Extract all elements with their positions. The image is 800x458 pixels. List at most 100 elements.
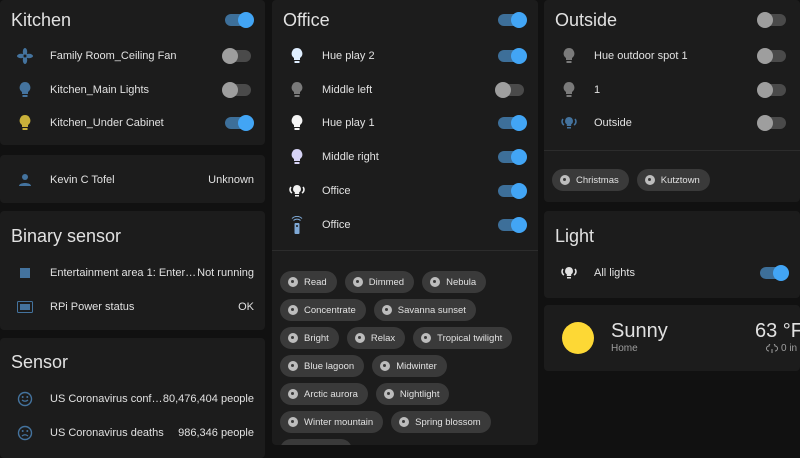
- rain-cloud-icon: [766, 343, 778, 354]
- scene-chip[interactable]: Spring blossom: [391, 411, 491, 433]
- scene-label: Dimmed: [368, 276, 405, 288]
- toggle-switch[interactable]: [225, 115, 254, 132]
- entity-name: Middle left: [322, 83, 373, 96]
- weather-temperature: 63 °F: [755, 320, 800, 342]
- entity-row[interactable]: RPi Power status OK: [0, 292, 265, 322]
- entity-row[interactable]: Kitchen_Under Cabinet: [0, 108, 265, 138]
- bulb-icon: [272, 48, 322, 64]
- palette-icon: [381, 305, 392, 315]
- entity-row[interactable]: Office: [272, 210, 538, 240]
- scene-chip[interactable]: Midwinter: [372, 355, 447, 377]
- scene-chip[interactable]: Concentrate: [280, 299, 366, 321]
- palette-icon: [644, 175, 655, 185]
- entity-name: US Coronavirus deaths: [50, 426, 164, 439]
- entity-row[interactable]: Outside: [544, 108, 800, 138]
- palette-icon: [352, 277, 363, 287]
- entity-row[interactable]: Family Room_Ceiling Fan: [0, 41, 265, 71]
- scene-label: Concentrate: [304, 304, 356, 316]
- scene-chip[interactable]: Read: [280, 271, 337, 293]
- entity-name: 1: [594, 83, 601, 96]
- scene-chip[interactable]: Energize: [280, 439, 352, 445]
- palette-icon: [288, 277, 298, 287]
- entity-name: Office: [322, 218, 351, 231]
- row-value: 80,476,404 people: [162, 393, 254, 405]
- scene-chip[interactable]: Dimmed: [344, 271, 415, 293]
- scene-chip[interactable]: Savanna sunset: [373, 299, 476, 321]
- toggle-switch[interactable]: [498, 182, 527, 199]
- toggle-switch[interactable]: [498, 48, 527, 64]
- scene-label: Bright: [304, 332, 329, 344]
- card-title: Sensor: [11, 352, 69, 372]
- entity-name: RPi Power status: [50, 300, 135, 313]
- entity-name: US Coronavirus confirmed: [50, 393, 163, 405]
- entity-row[interactable]: US Coronavirus deaths 986,346 people: [0, 418, 265, 448]
- spot-icon: [544, 48, 594, 64]
- toggle-switch[interactable]: [757, 115, 786, 132]
- person-state: Unknown: [208, 174, 254, 186]
- square-icon: [0, 268, 50, 278]
- scene-chip[interactable]: Bright: [280, 327, 339, 349]
- scene-chip[interactable]: Arctic aurora: [280, 383, 368, 405]
- entity-row[interactable]: Office: [272, 176, 538, 206]
- entity-row[interactable]: All lights: [544, 258, 800, 288]
- entity-row[interactable]: Entertainment area 1: Entertain... Not ru…: [0, 258, 265, 288]
- toggle-switch[interactable]: [222, 81, 251, 98]
- toggle-switch[interactable]: [495, 81, 524, 98]
- scene-chip[interactable]: Christmas: [552, 169, 629, 191]
- divider: [544, 150, 800, 151]
- toggle-switch[interactable]: [757, 81, 786, 98]
- toggle-switch[interactable]: [498, 216, 527, 233]
- scene-chip[interactable]: Relax: [346, 327, 406, 349]
- scene-label: Tropical twilight: [437, 332, 503, 344]
- scene-label: Winter mountain: [304, 416, 374, 428]
- fan-icon: [0, 48, 50, 64]
- entity-name: Hue outdoor spot 1: [594, 50, 688, 62]
- bulb-icon: [0, 115, 50, 131]
- scene-chip[interactable]: Winter mountain: [280, 411, 384, 433]
- toggle-switch[interactable]: [498, 149, 527, 166]
- precipitation: 0 in: [766, 343, 797, 354]
- card-title: Kitchen: [11, 10, 72, 30]
- kitchen-master-toggle[interactable]: [225, 12, 254, 28]
- emoticon-icon: [0, 391, 50, 407]
- row-value: OK: [238, 300, 254, 313]
- outside-master-toggle[interactable]: [757, 12, 786, 28]
- entity-row[interactable]: Hue play 2: [272, 41, 538, 71]
- scene-chip[interactable]: Kutztown: [636, 169, 710, 191]
- palette-icon: [383, 389, 394, 399]
- palette-icon: [430, 277, 441, 287]
- card-title: Outside: [555, 10, 618, 30]
- toggle-switch[interactable]: [222, 48, 251, 64]
- scene-label: Midwinter: [396, 360, 437, 372]
- person-row[interactable]: Kevin C Tofel Unknown: [0, 165, 265, 195]
- palette-icon: [288, 361, 298, 371]
- toggle-switch[interactable]: [757, 48, 786, 64]
- entity-row[interactable]: Hue play 1: [272, 108, 538, 138]
- bulb-icon: [272, 149, 322, 165]
- office-master-toggle[interactable]: [498, 12, 527, 28]
- entity-name: Hue play 1: [322, 117, 375, 130]
- toggle-switch[interactable]: [498, 115, 527, 132]
- weather-card[interactable]: Sunny Home 63 °F 0 in: [544, 305, 800, 371]
- bulb-icon: [272, 115, 322, 131]
- scene-label: Read: [304, 276, 327, 288]
- bulb-group-icon: [544, 116, 594, 130]
- bulb-group-icon: [272, 184, 322, 198]
- scene-label: Arctic aurora: [304, 388, 358, 400]
- entity-row[interactable]: Middle right: [272, 142, 538, 172]
- sensor-card: Sensor US Coronavirus confirmed80,476,40…: [0, 338, 265, 458]
- scene-chip[interactable]: Nightlight: [375, 383, 450, 405]
- entity-row[interactable]: US Coronavirus confirmed80,476,404 peopl…: [0, 384, 265, 414]
- person-name: Kevin C Tofel: [50, 174, 115, 186]
- entity-row[interactable]: Middle left: [272, 75, 538, 105]
- scene-chip[interactable]: Blue lagoon: [280, 355, 365, 377]
- scene-chip[interactable]: Tropical twilight: [413, 327, 513, 349]
- toggle-switch[interactable]: [760, 265, 789, 281]
- scene-chip[interactable]: Nebula: [422, 271, 487, 293]
- entity-row[interactable]: Hue outdoor spot 1: [544, 41, 800, 71]
- entity-row[interactable]: 1: [544, 75, 800, 105]
- entity-row[interactable]: Kitchen_Main Lights: [0, 75, 265, 105]
- scene-label: Relax: [370, 332, 396, 344]
- scene-label: Spring blossom: [415, 416, 481, 428]
- scene-label: Nebula: [446, 276, 477, 288]
